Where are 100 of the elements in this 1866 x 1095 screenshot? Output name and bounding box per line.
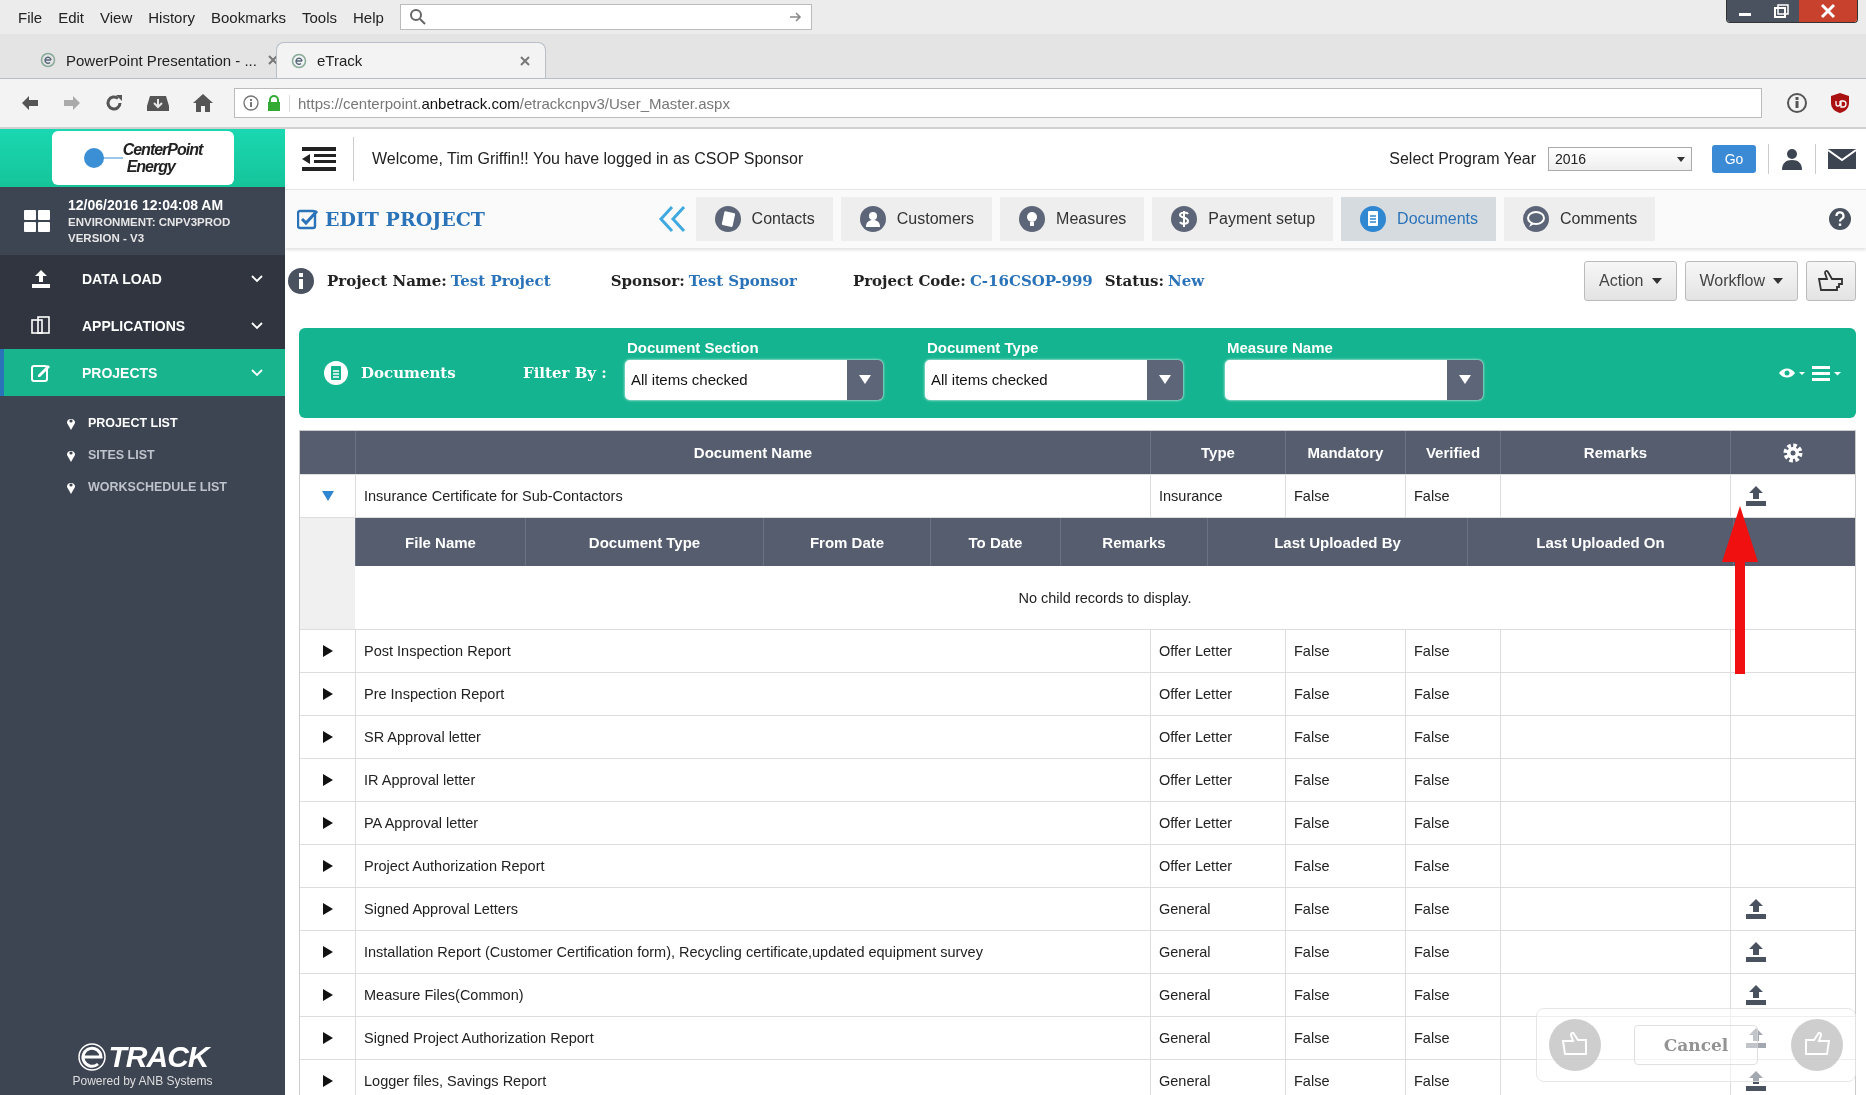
table-cell: False: [1405, 802, 1500, 844]
column-header: Remarks: [1060, 518, 1207, 566]
circle-logo-icon: [82, 147, 123, 169]
logo-text: Energy: [125, 158, 178, 175]
dropdown-field[interactable]: All items checked: [925, 359, 1183, 400]
caret-down-icon: [1651, 278, 1662, 284]
table-cell: False: [1285, 931, 1405, 973]
caret-right-icon[interactable]: [321, 731, 334, 743]
table-cell: False: [1285, 716, 1405, 758]
download-tray-icon[interactable]: [146, 94, 170, 112]
column-header: Verified: [1405, 431, 1500, 474]
address-bar[interactable]: https://centerpoint.anbetrack.com/etrackcnpv3/User_Master.aspx: [234, 88, 1762, 118]
caret-right-icon[interactable]: [321, 774, 334, 786]
sidebar-item[interactable]: DATA LOAD: [0, 255, 285, 302]
project-field: Status: New: [1104, 272, 1205, 290]
caret-right-icon[interactable]: [321, 860, 334, 872]
table-cell: False: [1285, 673, 1405, 715]
table-cell: False: [1405, 974, 1500, 1016]
tab[interactable]: Customers: [840, 197, 993, 241]
table-cell: Project Authorization Report: [355, 845, 1150, 887]
table-cell: False: [1285, 630, 1405, 672]
table-cell: Offer Letter: [1150, 630, 1285, 672]
field-label: Document Section: [626, 338, 760, 356]
menu-item[interactable]: Bookmarks: [202, 8, 294, 26]
eye-menu-icon[interactable]: [1778, 366, 1806, 380]
project-field: Project Code: C-16CSOP-999: [852, 272, 1093, 290]
menu-item[interactable]: File: [10, 8, 51, 26]
sidebar-item[interactable]: APPLICATIONS: [0, 302, 285, 349]
person-icon: [858, 205, 887, 233]
caret-right-icon[interactable]: [321, 1032, 334, 1044]
tab[interactable]: Comments: [1504, 197, 1656, 241]
mail-icon[interactable]: [1828, 149, 1856, 169]
caret-down-icon: [1159, 375, 1171, 384]
caret-down-icon: [1677, 156, 1685, 162]
dropdown-field[interactable]: [1225, 359, 1483, 400]
table-cell: Offer Letter: [1150, 716, 1285, 758]
dropdown-button[interactable]: Action: [1584, 261, 1677, 301]
upload-icon[interactable]: [1745, 1070, 1767, 1092]
menu-item[interactable]: Help: [345, 8, 392, 26]
table-cell: Offer Letter: [1150, 802, 1285, 844]
minimize-icon[interactable]: [1727, 0, 1763, 22]
table-cell: False: [1405, 673, 1500, 715]
back-icon[interactable]: [20, 94, 40, 112]
table-cell: False: [1285, 759, 1405, 801]
list-menu-icon[interactable]: [1812, 365, 1842, 381]
home-icon[interactable]: [192, 93, 214, 113]
menu-item[interactable]: History: [140, 8, 203, 26]
tab[interactable]: Payment setup: [1152, 197, 1334, 241]
caret-right-icon[interactable]: [321, 645, 334, 657]
chevron-down-icon: [251, 321, 263, 330]
browser-tab[interactable]: PowerPoint Presentation - ...: [26, 42, 276, 78]
year-select[interactable]: 2016: [1548, 147, 1692, 171]
search-icon: [408, 8, 427, 26]
hand-button[interactable]: [1806, 261, 1856, 301]
caret-right-icon[interactable]: [321, 903, 334, 915]
close-icon[interactable]: [1799, 0, 1857, 22]
caret-right-icon[interactable]: [321, 1075, 334, 1087]
dropdown-field[interactable]: All items checked: [625, 359, 883, 400]
filter-label: Filter By :: [523, 364, 608, 382]
caret-down-icon[interactable]: [321, 490, 334, 502]
browser-tab[interactable]: eTrack: [276, 42, 546, 78]
status-text: ENVIRONMENT: CNPV3PROD: [68, 215, 231, 230]
menu-item[interactable]: Edit: [50, 8, 93, 26]
upload-icon[interactable]: [1745, 485, 1767, 507]
tab[interactable]: Measures: [1000, 197, 1145, 241]
search-field[interactable]: [399, 4, 812, 30]
tab[interactable]: Contacts: [695, 197, 833, 241]
info-icon[interactable]: [1786, 92, 1808, 114]
caret-right-icon[interactable]: [321, 688, 334, 700]
document-icon: [323, 360, 349, 386]
dropdown-button[interactable]: Workflow: [1684, 261, 1798, 301]
tab[interactable]: Documents: [1341, 197, 1496, 241]
help-icon[interactable]: [1828, 207, 1852, 231]
menu-item[interactable]: View: [92, 8, 141, 26]
grid-icon: [24, 210, 50, 232]
user-icon[interactable]: [1781, 148, 1803, 170]
close-icon[interactable]: [266, 54, 279, 66]
menu-item[interactable]: Tools: [294, 8, 345, 26]
caret-right-icon[interactable]: [321, 989, 334, 1001]
menu-icon[interactable]: [302, 147, 336, 171]
table-cell: Offer Letter: [1150, 845, 1285, 887]
thumb-right-icon[interactable]: [1791, 1019, 1843, 1071]
restore-icon[interactable]: [1763, 0, 1799, 22]
upload-icon[interactable]: [1745, 941, 1767, 963]
status-text: 12/06/2016 12:04:08 AM: [68, 196, 225, 214]
sidebar-subitem[interactable]: WORKSCHEDULE LIST: [66, 480, 285, 494]
status-text: VERSION - V3: [68, 231, 146, 246]
sidebar-subitem[interactable]: PROJECT LIST: [66, 416, 285, 430]
upload-icon[interactable]: [1745, 984, 1767, 1006]
field-label: Select Program Year: [1389, 150, 1536, 168]
table-cell: Installation Report (Customer Certification form), Recycling certificate,updated equipment survey: [355, 931, 1150, 973]
sidebar-subitem[interactable]: SITES LIST: [66, 448, 285, 462]
thumb-left-icon[interactable]: [1549, 1019, 1601, 1071]
caret-right-icon[interactable]: [321, 946, 334, 958]
reload-icon[interactable]: [104, 93, 124, 113]
close-icon[interactable]: [519, 54, 531, 67]
shield-icon[interactable]: [1830, 92, 1850, 114]
go-button[interactable]: Go: [1712, 145, 1756, 173]
caret-right-icon[interactable]: [321, 817, 334, 829]
upload-icon[interactable]: [1745, 898, 1767, 920]
